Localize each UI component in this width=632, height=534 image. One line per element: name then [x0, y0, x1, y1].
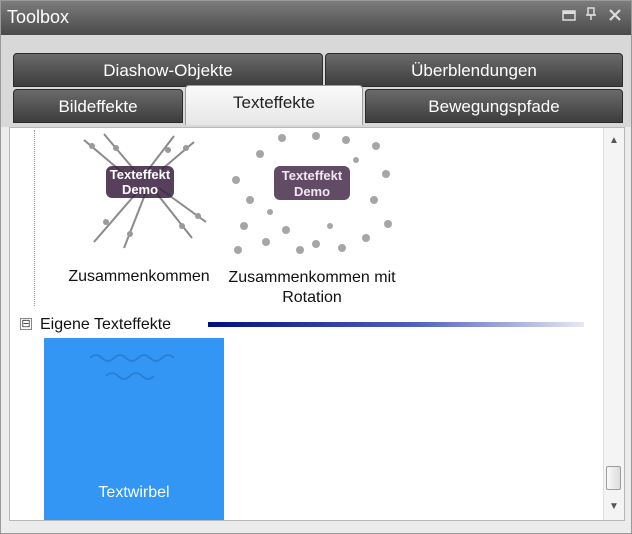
tree-line [34, 130, 36, 306]
effect-thumbnail: Texteffekt Demo [232, 132, 392, 254]
tab-bewegungspfade[interactable]: Bewegungspfade [365, 89, 623, 123]
vertical-scrollbar[interactable]: ▲ ▼ [603, 128, 624, 520]
tab-strip: Diashow-Objekte Überblendungen Bildeffek… [1, 35, 631, 127]
toolbox-window: Toolbox Diashow-Objekte Überblendungen B… [0, 0, 632, 534]
pin-icon[interactable] [581, 7, 601, 27]
scrollbar-thumb[interactable] [606, 466, 621, 490]
collapse-icon[interactable]: ⊟ [20, 318, 32, 330]
tab-texteffekte[interactable]: Texteffekte [185, 85, 363, 125]
svg-text:Demo: Demo [122, 182, 158, 197]
group-separator-bar [208, 322, 584, 327]
tab-ueberblendungen[interactable]: Überblendungen [325, 53, 623, 87]
effect-thumbnail: Texteffekt Demo [83, 133, 207, 249]
tab-diashow-objekte[interactable]: Diashow-Objekte [13, 53, 323, 87]
group-label: Eigene Texteffekte [40, 316, 172, 333]
effect-item-zusammenkommen[interactable]: Texteffekt Demo Zusammenkommen [56, 130, 222, 300]
scroll-up-icon[interactable]: ▲ [604, 132, 624, 150]
effect-label: Textwirbel [98, 484, 170, 501]
svg-text:Texteffekt: Texteffekt [110, 167, 171, 182]
effect-label: Zusammenkommen mit Rotation [228, 269, 396, 306]
effects-list: Texteffekt Demo Zusammenkommen Texteffek… [9, 127, 625, 521]
scroll-down-icon[interactable]: ▼ [604, 498, 624, 516]
effect-item-zusammenkommen-mit-rotation[interactable]: Texteffekt Demo Zusammenkommen mit Rotat… [224, 130, 400, 310]
close-icon[interactable] [605, 7, 625, 27]
effect-label: Zusammenkommen [68, 268, 210, 285]
svg-text:Demo: Demo [294, 184, 330, 199]
svg-text:Texteffekt: Texteffekt [282, 168, 343, 183]
effect-thumbnail [89, 354, 175, 380]
tab-bildeffekte[interactable]: Bildeffekte [13, 89, 183, 123]
effect-item-textwirbel[interactable]: Textwirbel [44, 338, 224, 520]
window-title: Toolbox [7, 7, 70, 27]
title-bar[interactable]: Toolbox [1, 1, 631, 35]
dock-icon[interactable] [559, 7, 579, 27]
